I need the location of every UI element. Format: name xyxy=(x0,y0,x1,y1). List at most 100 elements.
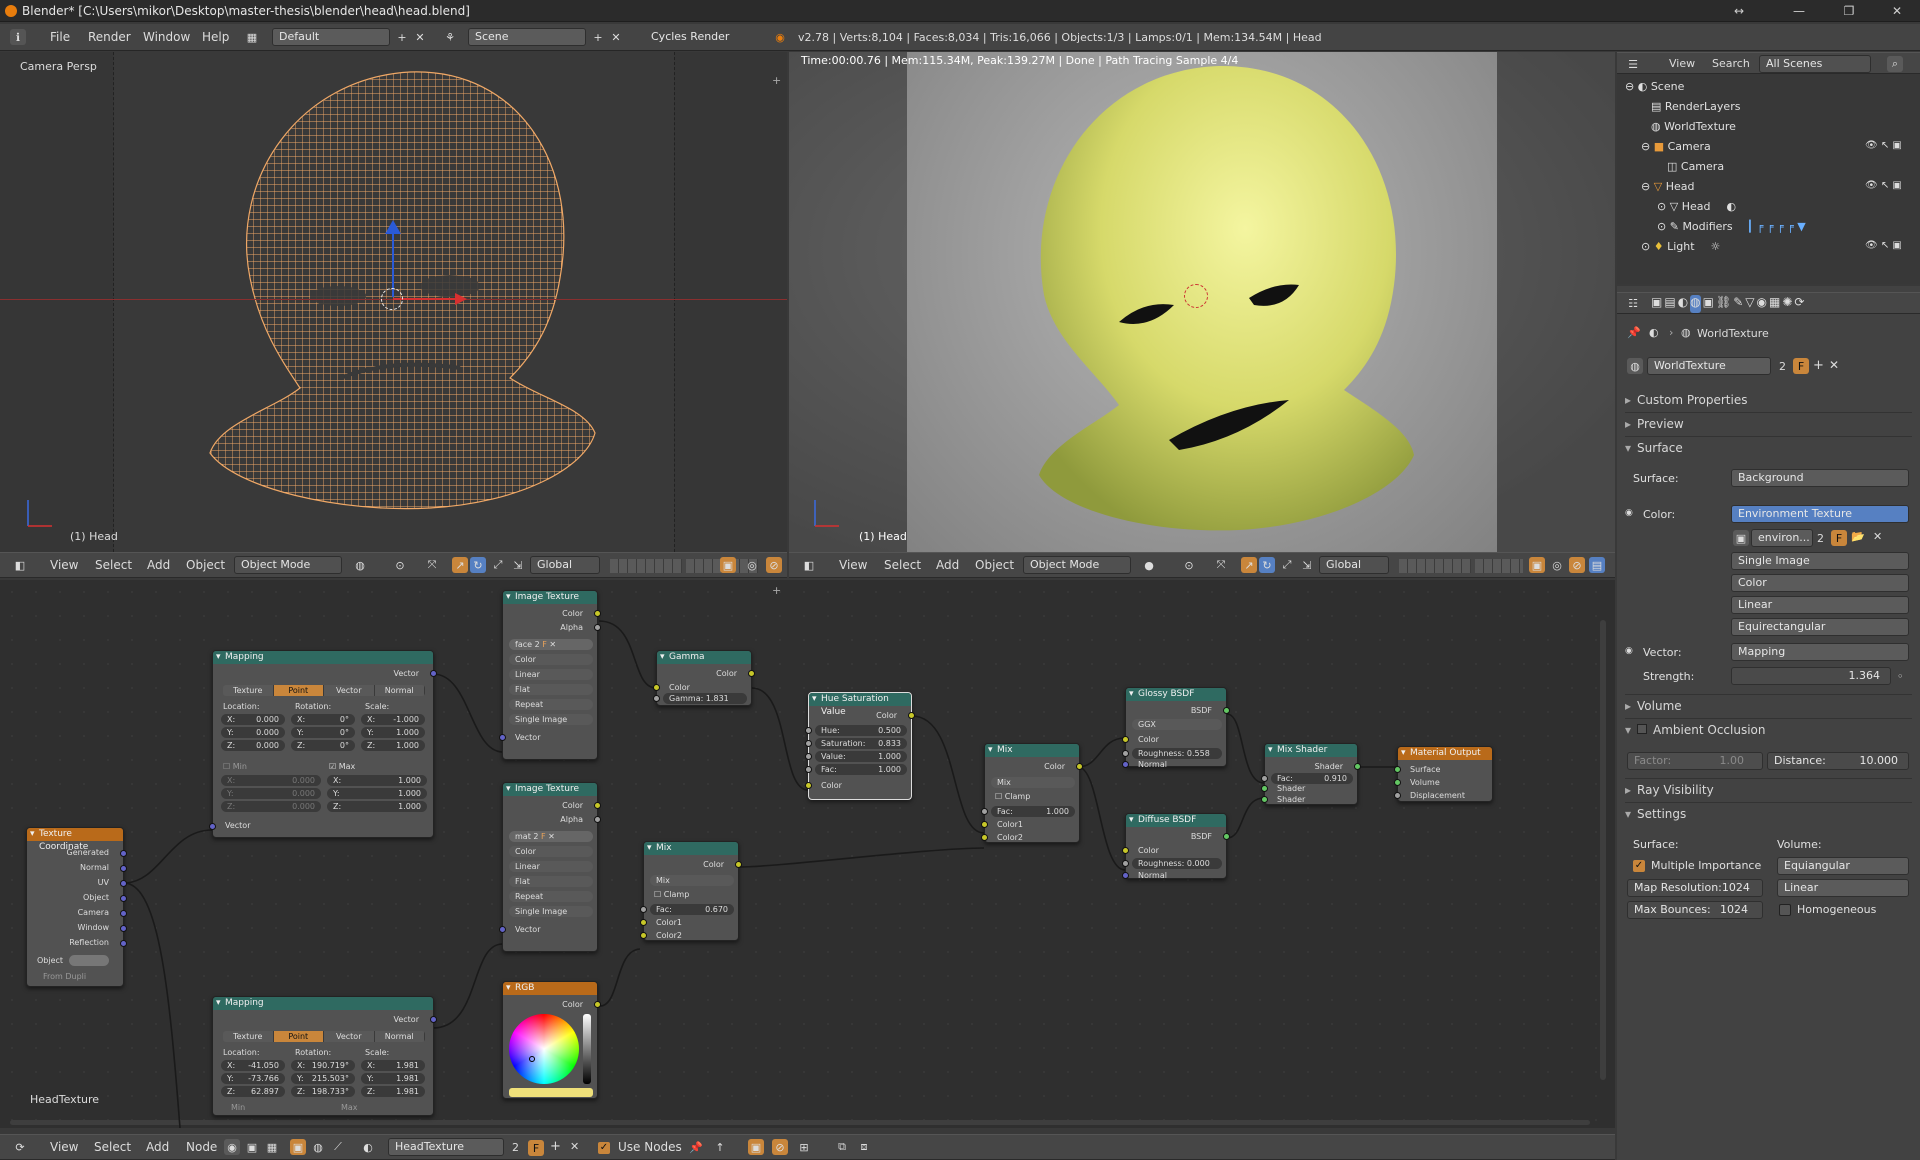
compositing-nodes-icon[interactable]: ▣ xyxy=(244,1139,260,1155)
add-scene-icon[interactable]: + xyxy=(590,29,606,45)
pivot-icon[interactable]: ⊙ xyxy=(1181,557,1197,573)
viewport-plus-icon[interactable]: + xyxy=(772,74,781,87)
node-mapping-1[interactable]: Mapping Vector TexturePointVectorNormal … xyxy=(209,650,437,838)
node-rgb[interactable]: RGB Color xyxy=(502,981,601,1099)
viewport-left[interactable]: Camera Persp (1) Head + xyxy=(0,52,787,552)
socket[interactable] xyxy=(1354,763,1361,770)
location-x[interactable]: X: -41.050 xyxy=(221,1060,285,1071)
socket[interactable] xyxy=(1261,785,1268,792)
unlink-image-icon[interactable]: ✕ xyxy=(1873,530,1882,543)
panel-preview[interactable]: Preview xyxy=(1625,414,1913,434)
outliner-editor-icon[interactable]: ☰ xyxy=(1625,56,1641,72)
node-header[interactable]: Glossy BSDF xyxy=(1126,688,1226,701)
menu-render[interactable]: Render xyxy=(88,24,131,50)
location-z[interactable]: Z: 62.897 xyxy=(221,1086,285,1097)
outliner-item-camera[interactable]: ⊖ ■ Camera xyxy=(1641,138,1711,156)
rotation-y[interactable]: Y: 0° xyxy=(291,727,355,738)
panel-surface[interactable]: Surface xyxy=(1625,438,1913,458)
lock-camera-icon[interactable]: ▣ xyxy=(720,557,736,573)
socket[interactable] xyxy=(594,802,601,809)
outliner-item-light[interactable]: ⊙ ♦ Light ☼ xyxy=(1641,238,1720,256)
scene-tab-icon[interactable]: ◐ xyxy=(1678,295,1688,313)
outliner-item-renderlayers[interactable]: ▤ RenderLayers xyxy=(1651,98,1740,116)
material-browse-icon[interactable]: ◐ xyxy=(360,1139,376,1155)
vector-input-select[interactable]: Mapping xyxy=(1731,643,1909,661)
world-tab-icon[interactable]: ◍ xyxy=(1690,295,1701,313)
socket[interactable] xyxy=(430,670,437,677)
manipulator-icon[interactable]: ⤧ xyxy=(424,557,440,573)
hue-field[interactable]: Hue: 0.500 xyxy=(815,725,907,736)
socket[interactable] xyxy=(120,895,127,902)
node-mix-1[interactable]: Mix Color Mix ☐ Clamp Fac:0.670 Color1 C… xyxy=(640,841,742,941)
value-slider[interactable] xyxy=(583,1014,591,1084)
socket[interactable] xyxy=(120,850,127,857)
editor-type-icon[interactable]: ◧ xyxy=(801,557,817,573)
open-image-icon[interactable]: 📂 xyxy=(1851,530,1865,543)
color-wheel-cursor-icon[interactable] xyxy=(529,1056,535,1062)
rotation-x[interactable]: X: 190.719° xyxy=(291,1060,355,1071)
ao-checkbox[interactable] xyxy=(1637,724,1648,734)
scale-z[interactable]: Z: 1.981 xyxy=(361,1086,425,1097)
particles-tab-icon[interactable]: ✺ xyxy=(1782,295,1792,313)
socket[interactable] xyxy=(594,624,601,631)
gizmo-z-arrow-icon[interactable] xyxy=(385,220,401,234)
blend-type-select[interactable]: Mix xyxy=(991,777,1075,788)
material-users-count[interactable]: 2 xyxy=(512,1141,519,1154)
socket[interactable] xyxy=(1122,761,1129,768)
socket[interactable] xyxy=(430,1016,437,1023)
node-mix-2[interactable]: Mix Color Mix ☐ Clamp Fac:1.000 Color1 C… xyxy=(981,743,1083,843)
scale-tool-icon[interactable]: ⇲ xyxy=(510,557,526,573)
clamp-checkbox[interactable]: ☐ Clamp xyxy=(995,792,1030,801)
maximize-button[interactable]: ❐ xyxy=(1826,0,1872,22)
scale-x[interactable]: X: 1.981 xyxy=(361,1060,425,1071)
socket[interactable] xyxy=(1394,792,1401,799)
copy-nodes-icon[interactable]: ⧉ xyxy=(834,1139,850,1155)
node-header[interactable]: Material Output xyxy=(1398,747,1492,760)
layers-grid[interactable] xyxy=(1399,559,1471,573)
mode-select[interactable]: Object Mode xyxy=(1023,556,1131,574)
use-nodes-checkbox[interactable]: ✓ xyxy=(598,1142,610,1154)
new-material-icon[interactable]: + xyxy=(550,1139,561,1154)
remove-scene-icon[interactable]: ✕ xyxy=(608,29,624,45)
parent-node-tree-icon[interactable]: ↑ xyxy=(712,1139,728,1155)
fac-field[interactable]: Fac: 1.000 xyxy=(991,806,1075,817)
camera-restrict-icons[interactable]: 👁 ↖ ▣ xyxy=(1865,140,1915,154)
modifier-icons[interactable]: ┃ ╒ ╒ ╒ ╒ ▼ xyxy=(1747,220,1806,233)
socket[interactable] xyxy=(1394,766,1401,773)
image-selector[interactable]: face 2 F ✕ xyxy=(509,639,593,650)
outliner-item-scene[interactable]: ⊖ ◐ Scene xyxy=(1625,78,1684,96)
material-tab-icon[interactable]: ◉ xyxy=(1757,295,1767,313)
scale-x[interactable]: X: -1.000 xyxy=(361,714,425,725)
head-restrict-icons[interactable]: 👁 ↖ ▣ xyxy=(1865,180,1915,194)
socket[interactable] xyxy=(1122,736,1129,743)
texture-tab-icon[interactable]: ▦ xyxy=(1769,295,1780,313)
volume-sampling-select[interactable]: Equiangular xyxy=(1777,857,1909,875)
max-checkbox[interactable]: ☑ Max xyxy=(329,762,355,771)
menu-object[interactable]: Object xyxy=(186,553,225,577)
socket[interactable] xyxy=(653,684,660,691)
socket[interactable] xyxy=(594,610,601,617)
socket[interactable] xyxy=(981,834,988,841)
scale-tool-icon[interactable]: ⇲ xyxy=(1299,557,1315,573)
object-shader-icon[interactable]: ▣ xyxy=(290,1139,306,1155)
manipulator-icon[interactable]: ⤧ xyxy=(1213,557,1229,573)
extension-select[interactable]: Repeat xyxy=(509,699,593,710)
socket[interactable] xyxy=(209,823,216,830)
multiple-importance-checkbox[interactable]: ✓ xyxy=(1633,860,1645,872)
outliner-item-modifiers[interactable]: ⊙ ✎ Modifiers ┃ ╒ ╒ ╒ ╒ ▼ xyxy=(1657,218,1806,236)
lamp-data-icon[interactable]: ☼ xyxy=(1711,240,1721,253)
translate-icon[interactable]: ↗ xyxy=(452,557,468,573)
socket[interactable] xyxy=(1122,872,1129,879)
snap-node-icon[interactable]: ⊘ xyxy=(772,1139,788,1155)
extension-select[interactable]: Repeat xyxy=(509,891,593,902)
expand-icon[interactable]: ⊖ xyxy=(1625,80,1638,93)
ao-distance-field[interactable]: Distance: 10.000 xyxy=(1767,752,1909,770)
render-border-icon[interactable]: ▤ xyxy=(1589,557,1605,573)
menu-view[interactable]: View xyxy=(50,1135,78,1159)
source-select[interactable]: Single Image xyxy=(509,906,593,917)
layers-grid[interactable] xyxy=(610,559,682,573)
resize-icon[interactable]: ↔ xyxy=(1716,0,1762,22)
socket[interactable] xyxy=(1223,833,1230,840)
node-mapping-2[interactable]: Mapping Vector TexturePointVectorNormal … xyxy=(212,996,437,1116)
max-bounces-field[interactable]: Max Bounces: 1024 xyxy=(1627,901,1763,919)
